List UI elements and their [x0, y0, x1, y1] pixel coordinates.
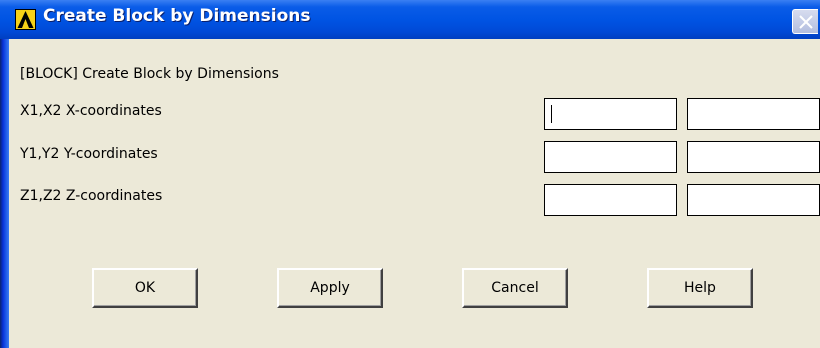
y-coordinates-label: Y1,Y2 Y-coordinates	[20, 146, 158, 162]
x1-input[interactable]	[545, 99, 676, 129]
z-coordinates-label: Z1,Z2 Z-coordinates	[20, 188, 163, 204]
y1-input[interactable]	[545, 142, 676, 172]
cancel-button[interactable]: Cancel	[462, 268, 568, 308]
ansys-logo-icon	[15, 9, 36, 30]
z1-input[interactable]	[545, 185, 676, 215]
y2-input[interactable]	[688, 142, 819, 172]
z2-input[interactable]	[688, 185, 819, 215]
x1-field[interactable]	[544, 98, 677, 130]
dialog-window: Create Block by Dimensions [BLOCK] Creat…	[0, 0, 820, 348]
window-left-border	[0, 0, 9, 348]
title-bar[interactable]: Create Block by Dimensions	[0, 0, 820, 39]
x2-input[interactable]	[688, 99, 819, 129]
x-coordinates-label: X1,X2 X-coordinates	[20, 103, 162, 119]
z2-field[interactable]	[687, 184, 820, 216]
dialog-heading: [BLOCK] Create Block by Dimensions	[20, 66, 279, 82]
close-icon	[799, 15, 813, 29]
window-title: Create Block by Dimensions	[43, 6, 311, 26]
text-caret	[551, 105, 552, 123]
y2-field[interactable]	[687, 141, 820, 173]
close-button[interactable]	[792, 9, 818, 34]
z1-field[interactable]	[544, 184, 677, 216]
ok-button[interactable]: OK	[92, 268, 198, 308]
help-button[interactable]: Help	[647, 268, 753, 308]
apply-button[interactable]: Apply	[277, 268, 383, 308]
x2-field[interactable]	[687, 98, 820, 130]
y1-field[interactable]	[544, 141, 677, 173]
